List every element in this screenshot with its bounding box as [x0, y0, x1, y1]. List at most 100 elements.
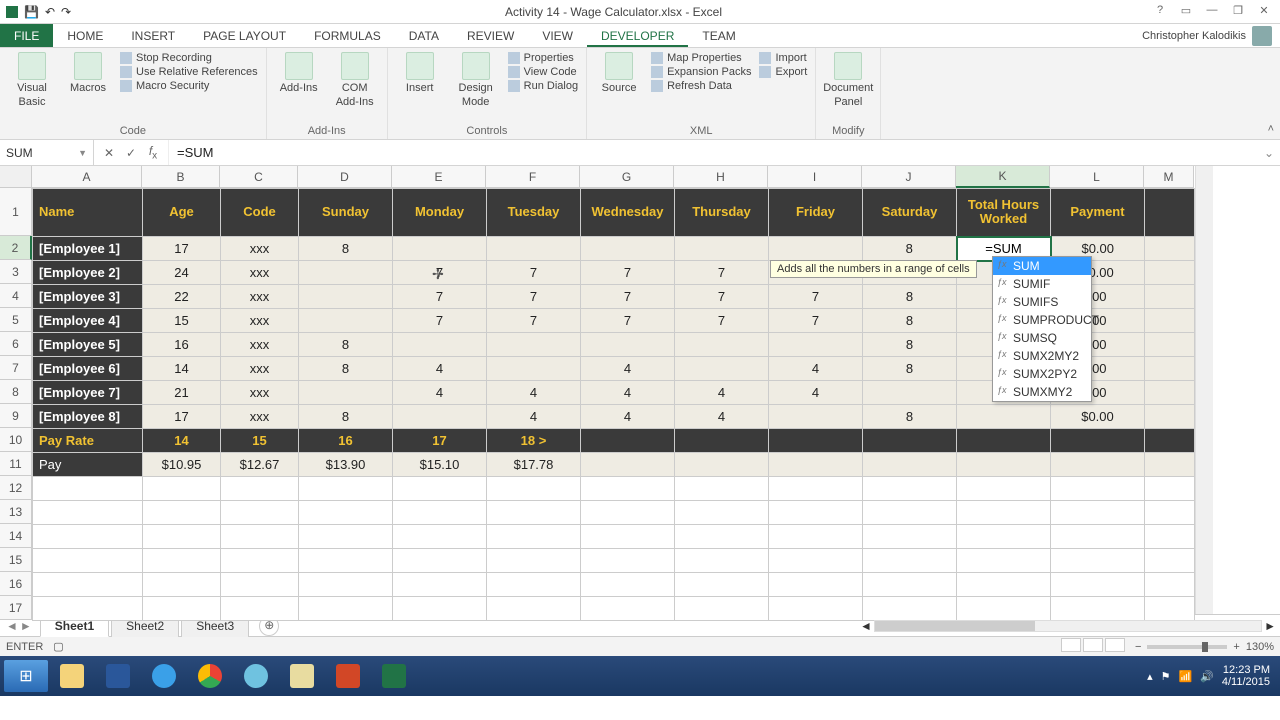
ribbon-item[interactable]: Expansion Packs — [651, 66, 751, 78]
cell[interactable] — [1145, 549, 1195, 573]
cell[interactable] — [1145, 309, 1195, 333]
expand-formula-icon[interactable]: ⌄ — [1258, 140, 1280, 165]
cell[interactable]: $15.10 — [393, 453, 487, 477]
cell[interactable] — [1145, 525, 1195, 549]
col-header-F[interactable]: F — [486, 166, 580, 188]
cell[interactable]: Code — [221, 189, 299, 237]
cell[interactable] — [1145, 357, 1195, 381]
cell[interactable]: xxx — [221, 261, 299, 285]
cell[interactable] — [769, 405, 863, 429]
collapse-ribbon-icon[interactable]: ˄ — [1268, 123, 1274, 135]
row-header-14[interactable]: 14 — [0, 524, 32, 548]
cell[interactable] — [957, 597, 1051, 621]
cell[interactable] — [33, 597, 143, 621]
cell[interactable] — [487, 237, 581, 261]
start-button[interactable]: ⊞ — [4, 660, 48, 692]
cell[interactable]: 4 — [675, 381, 769, 405]
enter-formula-icon[interactable]: ✓ — [124, 146, 138, 160]
cell[interactable] — [143, 525, 221, 549]
cell[interactable] — [675, 237, 769, 261]
ribbon-tab-developer[interactable]: DEVELOPER — [587, 24, 688, 47]
cell[interactable]: 7 — [675, 309, 769, 333]
cell[interactable]: 7 — [393, 309, 487, 333]
cell[interactable]: 7 — [581, 285, 675, 309]
cancel-formula-icon[interactable]: ✕ — [102, 146, 116, 160]
zoom-control[interactable]: − + 130% — [1135, 641, 1274, 653]
cell[interactable] — [1051, 525, 1145, 549]
cell[interactable] — [143, 477, 221, 501]
cell[interactable]: 8 — [299, 405, 393, 429]
row-header-12[interactable]: 12 — [0, 476, 32, 500]
cell[interactable] — [487, 549, 581, 573]
cell[interactable]: Monday — [393, 189, 487, 237]
cell[interactable] — [957, 573, 1051, 597]
ribbon-tab-team[interactable]: TEAM — [688, 24, 749, 47]
cell[interactable] — [957, 549, 1051, 573]
taskbar-ie-icon[interactable] — [142, 660, 186, 692]
cell[interactable] — [957, 501, 1051, 525]
cell[interactable]: 18 > — [487, 429, 581, 453]
cell[interactable]: 4 — [393, 357, 487, 381]
row-header-6[interactable]: 6 — [0, 332, 32, 356]
cell[interactable] — [957, 525, 1051, 549]
col-header-K[interactable]: K — [956, 166, 1050, 188]
cell[interactable] — [581, 429, 675, 453]
cell[interactable]: 24 — [143, 261, 221, 285]
cell[interactable] — [33, 525, 143, 549]
cell[interactable] — [769, 453, 863, 477]
ribbon-item[interactable]: Run Dialog — [508, 80, 578, 92]
ribbon-button[interactable]: DocumentPanel — [824, 52, 872, 108]
cell[interactable] — [1051, 597, 1145, 621]
cell[interactable] — [1145, 429, 1195, 453]
col-header-A[interactable]: A — [32, 166, 142, 188]
save-icon[interactable]: 💾 — [24, 5, 39, 19]
cell[interactable] — [863, 381, 957, 405]
autocomplete-item[interactable]: SUMPRODUCT — [993, 311, 1091, 329]
ribbon-item[interactable]: Map Properties — [651, 52, 751, 64]
cell[interactable] — [863, 429, 957, 453]
row-header-10[interactable]: 10 — [0, 428, 32, 452]
ribbon-tab-review[interactable]: REVIEW — [453, 24, 528, 47]
ribbon-button[interactable]: Source — [595, 52, 643, 94]
cell[interactable]: Friday — [769, 189, 863, 237]
cell[interactable] — [299, 477, 393, 501]
cell[interactable]: 14 — [143, 429, 221, 453]
row-header-17[interactable]: 17 — [0, 596, 32, 620]
tray-volume-icon[interactable]: 🔊 — [1200, 670, 1214, 683]
cell[interactable]: 16 — [143, 333, 221, 357]
user-account[interactable]: Christopher Kalodikis — [1134, 24, 1280, 47]
col-header-G[interactable]: G — [580, 166, 674, 188]
cell[interactable]: 4 — [675, 405, 769, 429]
cell[interactable] — [221, 525, 299, 549]
taskbar-powerpoint-icon[interactable] — [326, 660, 370, 692]
ribbon-item[interactable]: Import — [759, 52, 807, 64]
cell[interactable] — [487, 501, 581, 525]
cell[interactable]: 7 — [769, 285, 863, 309]
ribbon-item[interactable]: Stop Recording — [120, 52, 258, 64]
row-headers[interactable]: 1234567891011121314151617 — [0, 188, 32, 621]
cell[interactable]: 4 — [487, 381, 581, 405]
cell[interactable] — [221, 477, 299, 501]
cell[interactable]: 4 — [581, 381, 675, 405]
formula-autocomplete[interactable]: SUMSUMIFSUMIFSSUMPRODUCTSUMSQSUMX2MY2SUM… — [992, 256, 1092, 402]
cell[interactable]: 8 — [863, 333, 957, 357]
row-header-11[interactable]: 11 — [0, 452, 32, 476]
cell[interactable]: 8 — [863, 357, 957, 381]
cell[interactable] — [143, 573, 221, 597]
taskbar-app-icon[interactable] — [234, 660, 278, 692]
cell[interactable]: 7 — [487, 285, 581, 309]
row-header-3[interactable]: 3 — [0, 260, 32, 284]
row-header-5[interactable]: 5 — [0, 308, 32, 332]
cell[interactable] — [581, 453, 675, 477]
cell[interactable]: 8 — [299, 237, 393, 261]
col-header-C[interactable]: C — [220, 166, 298, 188]
cell[interactable]: 4 — [581, 405, 675, 429]
autocomplete-item[interactable]: SUM — [993, 257, 1091, 275]
cell[interactable] — [221, 501, 299, 525]
ribbon-button[interactable]: Add-Ins — [275, 52, 323, 94]
cell[interactable]: 16 — [299, 429, 393, 453]
cell[interactable] — [1051, 549, 1145, 573]
zoom-out-icon[interactable]: − — [1135, 641, 1141, 653]
cell[interactable]: 17 — [143, 237, 221, 261]
cell[interactable]: xxx — [221, 333, 299, 357]
